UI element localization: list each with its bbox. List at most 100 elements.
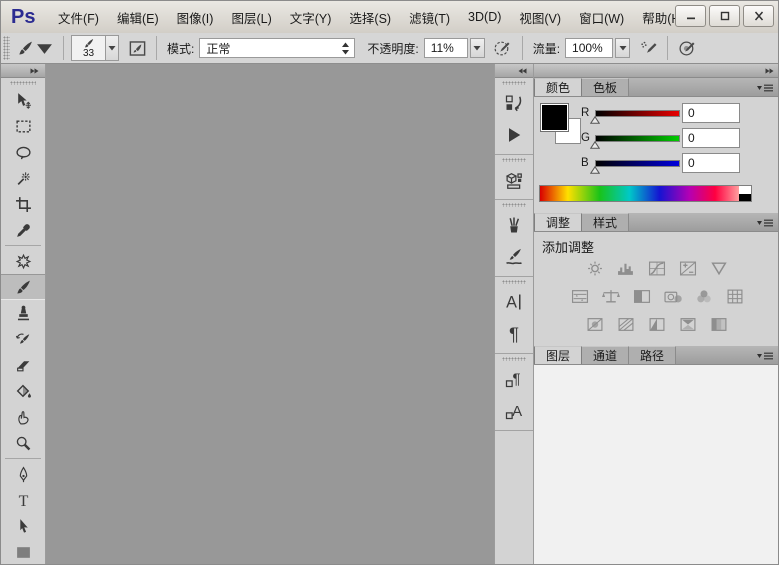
tab-layers[interactable]: 图层 <box>534 346 582 364</box>
smudge-tool[interactable] <box>1 404 46 430</box>
layer-comps-panel[interactable] <box>495 164 533 196</box>
flow-input[interactable]: 100% <box>565 38 613 58</box>
panel-group-grip[interactable] <box>502 158 526 162</box>
red-slider-thumb[interactable] <box>590 116 600 124</box>
panel-group-grip[interactable] <box>502 280 526 284</box>
character-styles-panel[interactable]: A <box>495 395 533 427</box>
menu-item-3[interactable]: 图层(L) <box>222 3 280 32</box>
tablet-pressure-size-button[interactable] <box>675 36 699 60</box>
clone-stamp-tool[interactable] <box>1 300 46 326</box>
white-black-swatches[interactable] <box>739 186 751 201</box>
brush-presets-panel[interactable] <box>495 209 533 241</box>
win-minimize[interactable] <box>675 5 706 27</box>
flow-dropdown-button[interactable] <box>615 38 630 58</box>
toggle-brush-panel-button[interactable] <box>125 36 149 60</box>
magic-wand-tool[interactable] <box>1 165 46 191</box>
adj-color-lookup[interactable] <box>723 287 747 306</box>
rectangle-tool[interactable] <box>1 539 46 565</box>
blend-mode-select[interactable]: 正常 <box>199 38 355 58</box>
tab-styles[interactable]: 样式 <box>582 213 629 231</box>
menu-item-8[interactable]: 视图(V) <box>510 3 570 32</box>
pen-tool[interactable] <box>1 461 46 487</box>
color-spectrum-ramp[interactable] <box>539 185 752 202</box>
workspace-canvas[interactable] <box>46 64 494 565</box>
eyedropper-tool[interactable] <box>1 217 46 243</box>
adj-vibrance[interactable] <box>707 259 731 278</box>
crop-tool[interactable] <box>1 191 46 217</box>
panel-menu-icon[interactable] <box>756 83 774 93</box>
paragraph-panel[interactable]: ¶ <box>495 318 533 350</box>
adj-gradient-map[interactable] <box>676 315 700 334</box>
rectangular-marquee-tool[interactable] <box>1 113 46 139</box>
toolbar-grip[interactable] <box>10 81 36 85</box>
tab-swatches[interactable]: 色板 <box>582 78 629 96</box>
lasso-tool[interactable] <box>1 139 46 165</box>
paint-bucket-tool[interactable] <box>1 378 46 404</box>
tab-color[interactable]: 颜色 <box>534 78 582 96</box>
blue-slider[interactable] <box>595 160 680 167</box>
menu-item-5[interactable]: 选择(S) <box>340 3 400 32</box>
dock-strip-expand-header[interactable] <box>495 64 533 78</box>
dock-collapse-header[interactable] <box>534 64 779 78</box>
adj-levels[interactable] <box>614 259 638 278</box>
adj-brightness-contrast[interactable] <box>583 259 607 278</box>
menu-item-6[interactable]: 滤镜(T) <box>400 3 459 32</box>
type-tool[interactable]: T <box>1 487 46 513</box>
history-brush-tool[interactable] <box>1 326 46 352</box>
paragraph-styles-panel[interactable]: ¶ <box>495 363 533 395</box>
brush-preset-dropdown-button[interactable] <box>106 35 119 61</box>
options-bar-grip[interactable] <box>3 36 10 60</box>
move-tool[interactable] <box>1 87 46 113</box>
adj-selective-color[interactable] <box>707 315 731 334</box>
adj-posterize[interactable] <box>614 315 638 334</box>
panel-group-grip[interactable] <box>502 357 526 361</box>
tab-adjustments[interactable]: 调整 <box>534 213 582 231</box>
actions-panel[interactable] <box>495 119 533 151</box>
brush-preset-picker[interactable]: 33 <box>71 35 106 61</box>
opacity-input[interactable]: 11% <box>424 38 468 58</box>
toolbar-collapse-header[interactable] <box>1 64 45 78</box>
adj-photo-filter[interactable] <box>661 287 685 306</box>
blue-value-input[interactable]: 0 <box>682 153 740 173</box>
brush-tool[interactable] <box>1 274 46 300</box>
adj-color-balance[interactable] <box>599 287 623 306</box>
menu-item-9[interactable]: 窗口(W) <box>570 3 633 32</box>
adj-hue-saturation[interactable] <box>568 287 592 306</box>
green-slider[interactable] <box>595 135 680 142</box>
win-close[interactable] <box>743 5 774 27</box>
airbrush-button[interactable] <box>636 36 660 60</box>
tool-preset-picker[interactable] <box>14 38 56 59</box>
adj-threshold[interactable] <box>645 315 669 334</box>
opacity-dropdown-button[interactable] <box>470 38 485 58</box>
eraser-tool[interactable] <box>1 352 46 378</box>
panel-menu-icon[interactable] <box>756 351 774 361</box>
green-value-input[interactable]: 0 <box>682 128 740 148</box>
green-slider-thumb[interactable] <box>590 141 600 149</box>
adj-invert[interactable] <box>583 315 607 334</box>
path-selection-tool[interactable] <box>1 513 46 539</box>
adj-black-white[interactable] <box>630 287 654 306</box>
adj-exposure[interactable] <box>676 259 700 278</box>
dodge-tool[interactable] <box>1 430 46 456</box>
tab-paths[interactable]: 路径 <box>629 346 676 364</box>
adj-curves[interactable] <box>645 259 669 278</box>
blue-slider-thumb[interactable] <box>590 166 600 174</box>
panel-group-grip[interactable] <box>502 81 526 85</box>
tab-channels[interactable]: 通道 <box>582 346 629 364</box>
spectrum-gradient[interactable] <box>540 186 739 201</box>
menu-item-0[interactable]: 文件(F) <box>49 3 108 32</box>
menu-item-7[interactable]: 3D(D) <box>459 5 510 29</box>
panel-menu-icon[interactable] <box>756 218 774 228</box>
red-value-input[interactable]: 0 <box>682 103 740 123</box>
menu-item-2[interactable]: 图像(I) <box>168 3 223 32</box>
brush-settings-panel[interactable] <box>495 241 533 273</box>
menu-item-4[interactable]: 文字(Y) <box>281 3 341 32</box>
menu-item-1[interactable]: 编辑(E) <box>108 3 168 32</box>
panel-group-grip[interactable] <box>502 203 526 207</box>
character-panel[interactable]: A <box>495 286 533 318</box>
foreground-color-swatch[interactable] <box>541 104 568 131</box>
spot-healing-brush-tool[interactable] <box>1 248 46 274</box>
win-maximize[interactable] <box>709 5 740 27</box>
layers-panel-empty-area[interactable] <box>534 365 779 565</box>
history-panel[interactable] <box>495 87 533 119</box>
